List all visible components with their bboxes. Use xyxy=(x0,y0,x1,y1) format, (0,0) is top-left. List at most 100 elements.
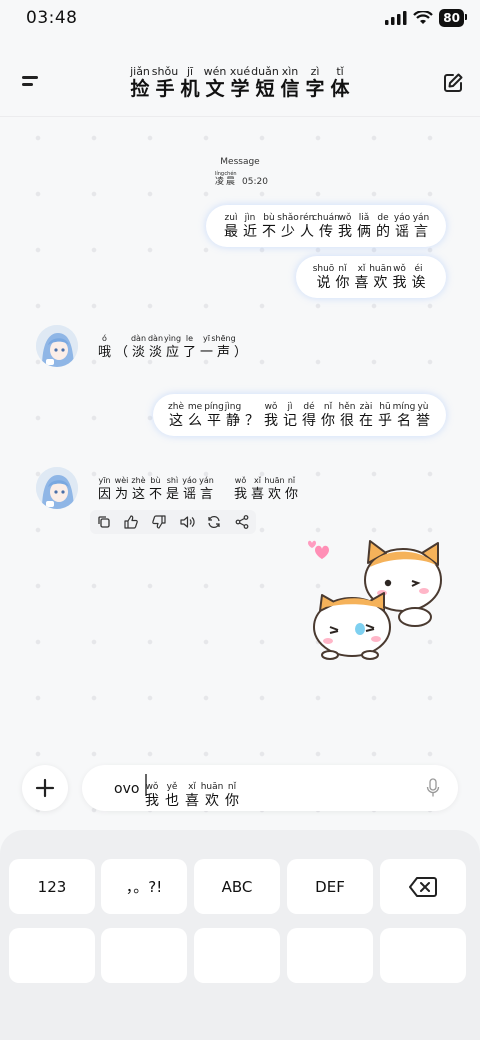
hanzi-text: 最 xyxy=(224,223,238,240)
ruby-char: xìn 信 xyxy=(278,66,303,99)
hanzi-text: 也 xyxy=(165,793,179,809)
keyboard-key[interactable] xyxy=(9,928,95,983)
pinyin-text: shuō xyxy=(312,263,335,274)
pinyin-text: tǐ xyxy=(336,65,344,78)
ruby-char: yù 誉 xyxy=(414,402,433,428)
speaker-icon[interactable] xyxy=(179,514,195,530)
pinyin-text: zhè xyxy=(168,401,184,412)
thumbs-down-icon[interactable] xyxy=(151,514,167,530)
pinyin-text: zài xyxy=(359,401,373,412)
keyboard-key[interactable] xyxy=(101,928,187,983)
key-abc[interactable]: ABC xyxy=(194,859,280,914)
ruby-char: dé 得 xyxy=(300,402,319,429)
ruby-char: wèi 为 xyxy=(113,476,130,502)
thumbs-up-icon[interactable] xyxy=(123,514,139,530)
pinyin-text: duǎn xyxy=(251,65,279,78)
pinyin-text: jī xyxy=(186,65,194,78)
hanzi-text: 为 xyxy=(114,487,128,502)
ruby-char: hū 乎 xyxy=(376,402,395,428)
regenerate-icon[interactable] xyxy=(206,514,222,530)
message-label: Message xyxy=(220,157,260,167)
hanzi-text: 我 xyxy=(233,487,247,502)
user-message-bubble[interactable]: shuō 说 nǐ 你 xǐ 喜 huān 欢 wǒ 我 éi 诶 xyxy=(296,256,446,298)
pinyin-text: liǎ xyxy=(358,212,370,223)
user-message-bubble[interactable]: zhè 这 me 么 píng 平 jìng 静？ wǒ 我 jì 记 dé 得 nǐ 你 hěn 很 zài 在 hū… xyxy=(153,394,446,436)
key-numbers[interactable]: 123 xyxy=(9,859,95,914)
edit-icon xyxy=(444,73,463,92)
hanzi-text: 欢 xyxy=(267,487,281,502)
status-bar: 03:48 80 xyxy=(0,0,480,40)
pinyin-text: me xyxy=(187,401,203,412)
pinyin-text: le xyxy=(185,334,194,343)
pinyin-text: zhè xyxy=(131,476,146,485)
ai-avatar[interactable] xyxy=(36,325,78,367)
hanzi-text: 我 xyxy=(338,223,352,240)
user-message-bubble[interactable]: zuì 最 jìn 近 bù 不 shǎo 少 rén 人 chuán 传 wǒ 我 liǎ 俩 de 的 yáo 谣… xyxy=(206,205,446,247)
pinyin-text: de xyxy=(377,212,389,223)
pinyin-text: wǒ xyxy=(234,476,247,485)
hanzi-text: 谣 xyxy=(395,223,409,240)
ruby-char: huān 欢 xyxy=(201,783,224,809)
ruby-char: shǒu 手 xyxy=(152,66,178,100)
ruby-char: shì 是 xyxy=(164,476,181,502)
ruby-char: tǐ 体 xyxy=(328,66,353,99)
hanzi-text: 这 xyxy=(131,487,145,502)
hanzi-text: 静 xyxy=(226,412,240,429)
pinyin-text: wǒ xyxy=(338,212,352,223)
keyboard-key[interactable] xyxy=(380,928,466,983)
ruby-char: wén 文 xyxy=(203,66,228,99)
ruby-char: zì 字 xyxy=(303,66,328,99)
pinyin-text: wèi xyxy=(114,476,129,485)
hanzi-text: 喜 xyxy=(250,487,264,502)
ruby-char: jiǎn 捡 xyxy=(128,66,153,99)
keyboard-key[interactable] xyxy=(287,928,373,983)
hanzi-text: 学 xyxy=(230,78,250,100)
hanzi-text: 体 xyxy=(330,78,350,100)
message-input[interactable]: wǒ 我 yě 也 xǐ 喜 huān 欢 nǐ 你 ovo xyxy=(82,765,458,811)
ruby-char: wǒ 我 xyxy=(336,212,355,240)
add-attachment-button[interactable] xyxy=(22,765,68,811)
ruby-char: jìn 近 xyxy=(241,213,260,239)
hanzi-text: 你 xyxy=(284,487,298,502)
hanzi-text: 手 xyxy=(155,78,175,100)
app-header: jiǎn 捡 shǒu 手 jī 机 wén 文 xué 学 duǎn 短 xìn 信 zì 字 tǐ 体 xyxy=(0,40,480,117)
pinyin-text: shǎo xyxy=(277,212,299,223)
ruby-char: yě 也 xyxy=(162,783,182,809)
hanzi-text: 信 xyxy=(280,78,300,100)
pinyin-text: huān xyxy=(369,263,392,274)
hanzi-text: 言 xyxy=(414,223,428,240)
pinyin-text: huān xyxy=(264,476,285,485)
backspace-icon xyxy=(409,876,437,897)
hanzi-text: 很 xyxy=(340,412,354,429)
keyboard-key[interactable] xyxy=(194,928,280,983)
hanzi-text: 你 xyxy=(225,793,239,809)
hanzi-text: 少 xyxy=(281,223,295,240)
key-backspace[interactable] xyxy=(380,859,466,914)
pinyin-text: jiǎn xyxy=(130,65,150,78)
hanzi-text: 声 xyxy=(216,345,230,360)
pinyin-text: nǐ xyxy=(338,263,347,274)
cat-sticker[interactable] xyxy=(300,535,450,660)
hanzi-text: 你 xyxy=(321,412,335,429)
ruby-char: yán 言 xyxy=(412,213,431,240)
pinyin-text: nǐ xyxy=(227,782,237,792)
hanzi-text: 说 xyxy=(316,274,331,291)
pinyin-text: dàn xyxy=(130,334,147,343)
input-latin-text: ovo xyxy=(114,781,140,797)
microphone-icon[interactable] xyxy=(426,778,440,798)
hanzi-text: 得 xyxy=(302,412,316,429)
pinyin-text: shì xyxy=(166,476,179,485)
hanzi-text: 俩 xyxy=(357,223,371,240)
share-icon[interactable] xyxy=(234,514,250,530)
copy-icon[interactable] xyxy=(96,514,112,530)
pinyin-text: jìng xyxy=(224,401,242,412)
ruby-char: de 的 xyxy=(374,212,393,239)
key-def[interactable]: DEF xyxy=(287,859,373,914)
ai-avatar[interactable] xyxy=(36,467,78,509)
ruby-char: nǐ 你 xyxy=(333,263,352,290)
pinyin-text: píng xyxy=(204,401,224,412)
hanzi-text: 记 xyxy=(283,412,297,429)
key-punctuation[interactable]: ，。?! xyxy=(101,859,187,914)
new-chat-button[interactable] xyxy=(442,72,464,94)
ruby-char: nǐ 你 xyxy=(319,402,338,429)
